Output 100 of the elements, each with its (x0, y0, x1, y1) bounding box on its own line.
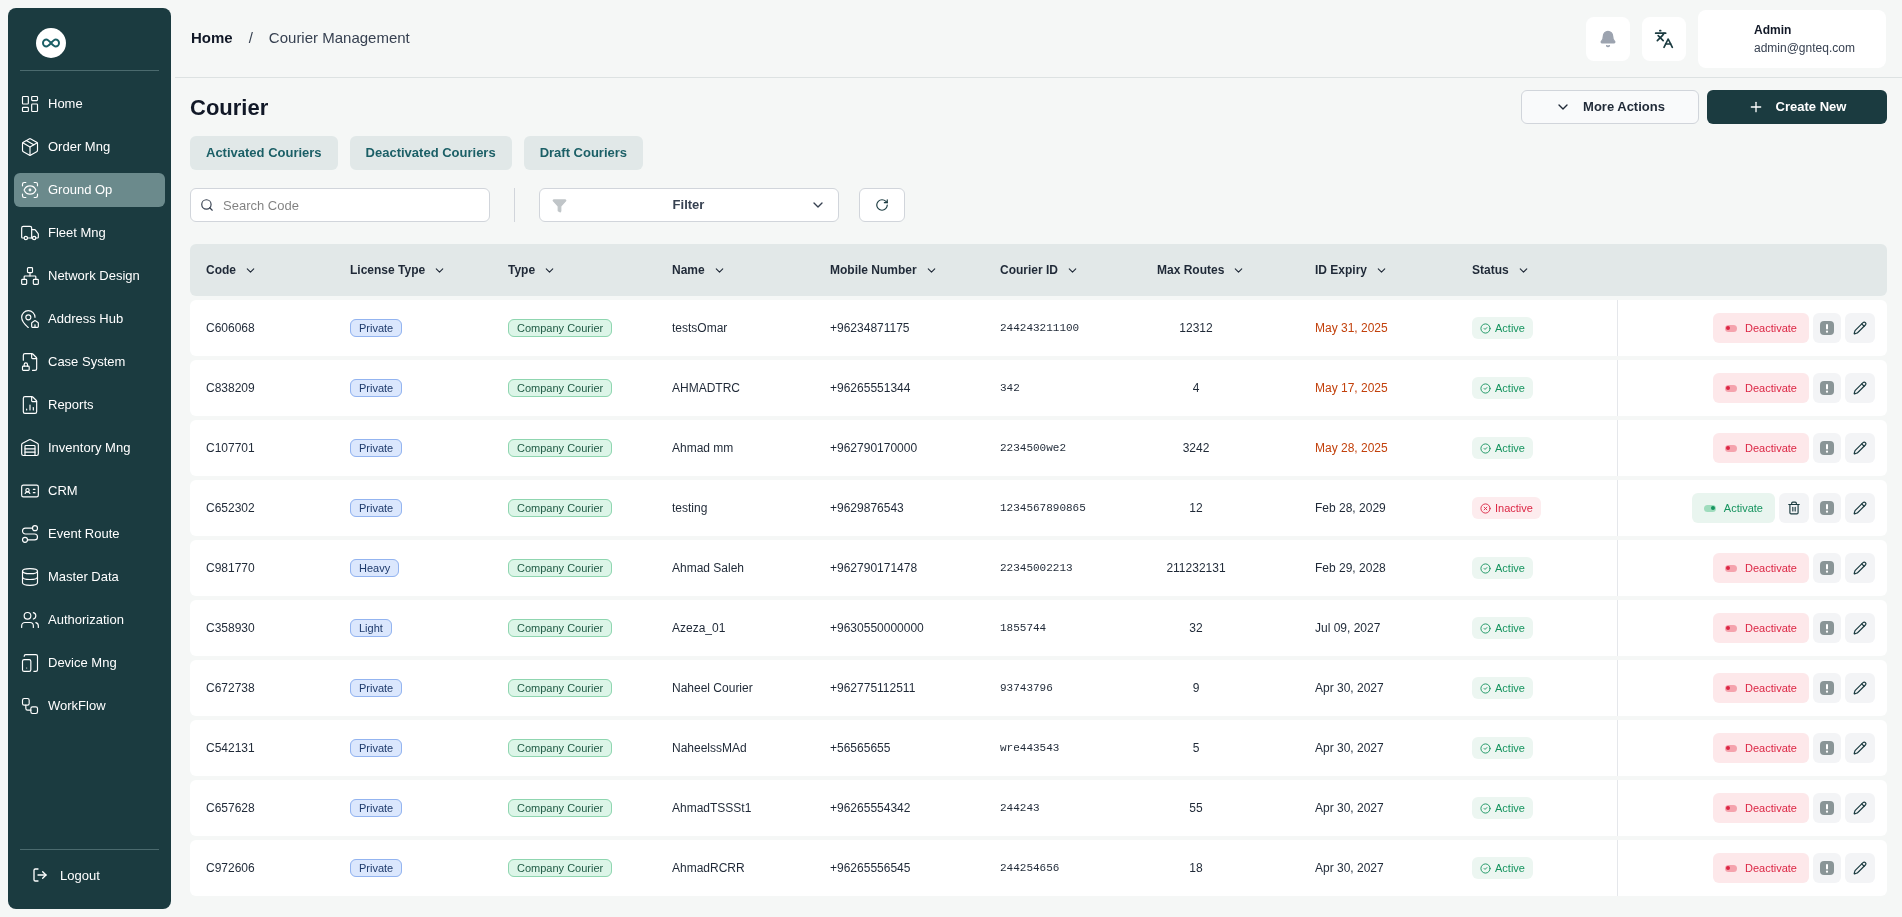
table-cell-text: AHMADTRC (672, 380, 741, 397)
license-tag: Private (350, 499, 403, 517)
column-header[interactable]: Mobile Number (830, 261, 1000, 279)
filter-tab[interactable]: Deactivated Couriers (349, 136, 512, 170)
nav-item[interactable]: Ground Op (14, 173, 165, 207)
toggle-status-button[interactable]: Deactivate (1713, 553, 1809, 583)
delete-button[interactable] (1779, 493, 1809, 523)
column-header[interactable]: License Type (350, 261, 508, 279)
column-header[interactable]: Type (508, 261, 672, 279)
nav-item[interactable]: Inventory Mng (14, 431, 165, 465)
pencil-icon (1853, 441, 1867, 455)
toggle-status-button[interactable]: Deactivate (1713, 433, 1809, 463)
column-header[interactable]: Name (672, 261, 830, 279)
nav-item[interactable]: Device Mng (14, 646, 165, 680)
edit-button[interactable] (1845, 613, 1875, 643)
nav-item[interactable]: Master Data (14, 560, 165, 594)
edit-button[interactable] (1845, 313, 1875, 343)
column-header[interactable]: Code (190, 261, 350, 279)
table-cell-text: C542131 (205, 740, 256, 757)
toggle-icon (1725, 684, 1737, 692)
toggle-icon (1725, 444, 1737, 452)
table-cell-text: May 28, 2025 (1315, 440, 1389, 457)
table-cell-text: Ahmad Saleh (672, 560, 746, 577)
table-cell-text: C652302 (205, 500, 256, 517)
column-header[interactable]: ID Expiry (1315, 261, 1472, 279)
nav-item[interactable]: Case System (14, 345, 165, 379)
nav-item[interactable]: Network Design (14, 259, 165, 293)
license-tag: Private (350, 799, 403, 817)
edit-button[interactable] (1845, 433, 1875, 463)
logout-icon (32, 867, 48, 884)
filter-tab[interactable]: Draft Couriers (523, 136, 644, 170)
user-card[interactable]: Admin admin@gnteq.com (1698, 9, 1886, 68)
pencil-icon (1853, 621, 1867, 635)
toggle-status-button[interactable]: Deactivate (1713, 733, 1809, 763)
column-header[interactable]: Max Routes (1157, 261, 1315, 279)
nav-icon (20, 524, 40, 544)
toggle-status-button[interactable]: Deactivate (1713, 853, 1809, 883)
table-cell-text: wre443543 (1000, 740, 1061, 756)
check-circle-icon (1480, 742, 1491, 754)
exclamation-icon (1820, 381, 1834, 395)
column-header[interactable]: Status (1472, 261, 1617, 279)
filter-icon (552, 197, 567, 213)
create-new-button[interactable]: Create New (1707, 90, 1887, 124)
check-circle-icon (1480, 322, 1491, 334)
edit-button[interactable] (1845, 493, 1875, 523)
nav-item[interactable]: WorkFlow (14, 689, 165, 723)
table-cell-text: Apr 30, 2027 (1315, 680, 1385, 697)
table-cell-text: Feb 28, 2029 (1315, 500, 1387, 517)
nav-item[interactable]: CRM (14, 474, 165, 508)
table-cell-text: 9 (1191, 680, 1201, 697)
edit-button[interactable] (1845, 373, 1875, 403)
toggle-status-button[interactable]: Deactivate (1713, 793, 1809, 823)
toggle-status-button[interactable]: Deactivate (1713, 673, 1809, 703)
nav-icon (20, 696, 40, 716)
language-button[interactable] (1642, 16, 1686, 61)
toggle-icon (1725, 564, 1737, 572)
type-tag: Company Courier (508, 319, 613, 337)
table-cell-text: +9629876543 (830, 500, 905, 517)
status-badge: Active (1472, 856, 1533, 880)
edit-button[interactable] (1845, 733, 1875, 763)
edit-button[interactable] (1845, 553, 1875, 583)
table-cell-text: C358930 (205, 620, 256, 637)
nav-item[interactable]: Address Hub (14, 302, 165, 336)
nav-icon (20, 309, 40, 329)
table-cell-text: C672738 (205, 680, 256, 697)
filter-tab[interactable]: Activated Couriers (190, 136, 338, 170)
pencil-icon (1853, 501, 1867, 515)
nav-item[interactable]: Event Route (14, 517, 165, 551)
search-field[interactable]: Search Code (190, 188, 490, 222)
license-tag: Heavy (350, 559, 400, 577)
edit-button[interactable] (1845, 853, 1875, 883)
toggle-status-button[interactable]: Deactivate (1713, 313, 1809, 343)
table-cell-text: 93743796 (1000, 680, 1054, 696)
toggle-status-button[interactable]: Activate (1691, 493, 1775, 523)
refresh-button[interactable] (859, 188, 905, 222)
column-header[interactable]: Courier ID (1000, 261, 1157, 279)
nav-item[interactable]: Authorization (14, 603, 165, 637)
nav-item[interactable]: Fleet Mng (14, 216, 165, 250)
nav-item[interactable]: Home (14, 87, 165, 121)
table-cell-text: +9630550000000 (830, 620, 925, 637)
toggle-status-button[interactable]: Deactivate (1713, 373, 1809, 403)
breadcrumb-link[interactable]: Home (191, 27, 233, 50)
status-badge: Active (1472, 796, 1533, 820)
license-tag: Light (350, 619, 392, 637)
toggle-status-button[interactable]: Deactivate (1713, 613, 1809, 643)
table-cell-text: C981770 (205, 560, 256, 577)
logout-link[interactable]: Logout (32, 865, 147, 885)
edit-button[interactable] (1845, 673, 1875, 703)
nav-item[interactable]: Reports (14, 388, 165, 422)
filter-dropdown[interactable]: Filter (539, 188, 839, 222)
translate-icon (1654, 28, 1674, 49)
more-actions-button[interactable]: More Actions (1521, 90, 1699, 124)
status-badge: Active (1472, 316, 1533, 340)
pencil-icon (1853, 741, 1867, 755)
toggle-icon (1725, 624, 1737, 632)
table-cell-text: May 31, 2025 (1315, 320, 1389, 337)
table-cell-text: 2234500we2 (1000, 440, 1067, 456)
edit-button[interactable] (1845, 793, 1875, 823)
nav-item[interactable]: Order Mng (14, 130, 165, 164)
nav-icon (20, 94, 40, 114)
